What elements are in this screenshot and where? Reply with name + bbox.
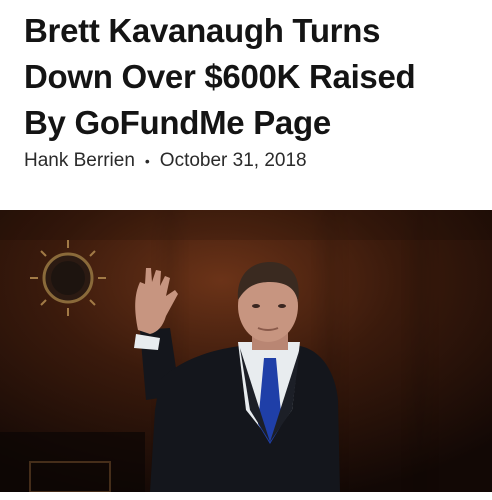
article-headline: Brett Kavanaugh Turns Down Over $600K Ra… [24, 8, 484, 146]
byline-separator: • [144, 153, 150, 169]
headline-line-3: By GoFundMe Page [24, 104, 331, 141]
headline-line-2: Down Over $600K Raised [24, 58, 416, 95]
hero-photo-illustration [0, 210, 492, 492]
publish-date: October 31, 2018 [159, 150, 307, 171]
byline: Hank Berrien • October 31, 2018 [24, 150, 307, 172]
headline-line-1: Brett Kavanaugh Turns [24, 12, 381, 49]
author-name[interactable]: Hank Berrien [24, 150, 135, 172]
article-hero-image [0, 210, 492, 492]
